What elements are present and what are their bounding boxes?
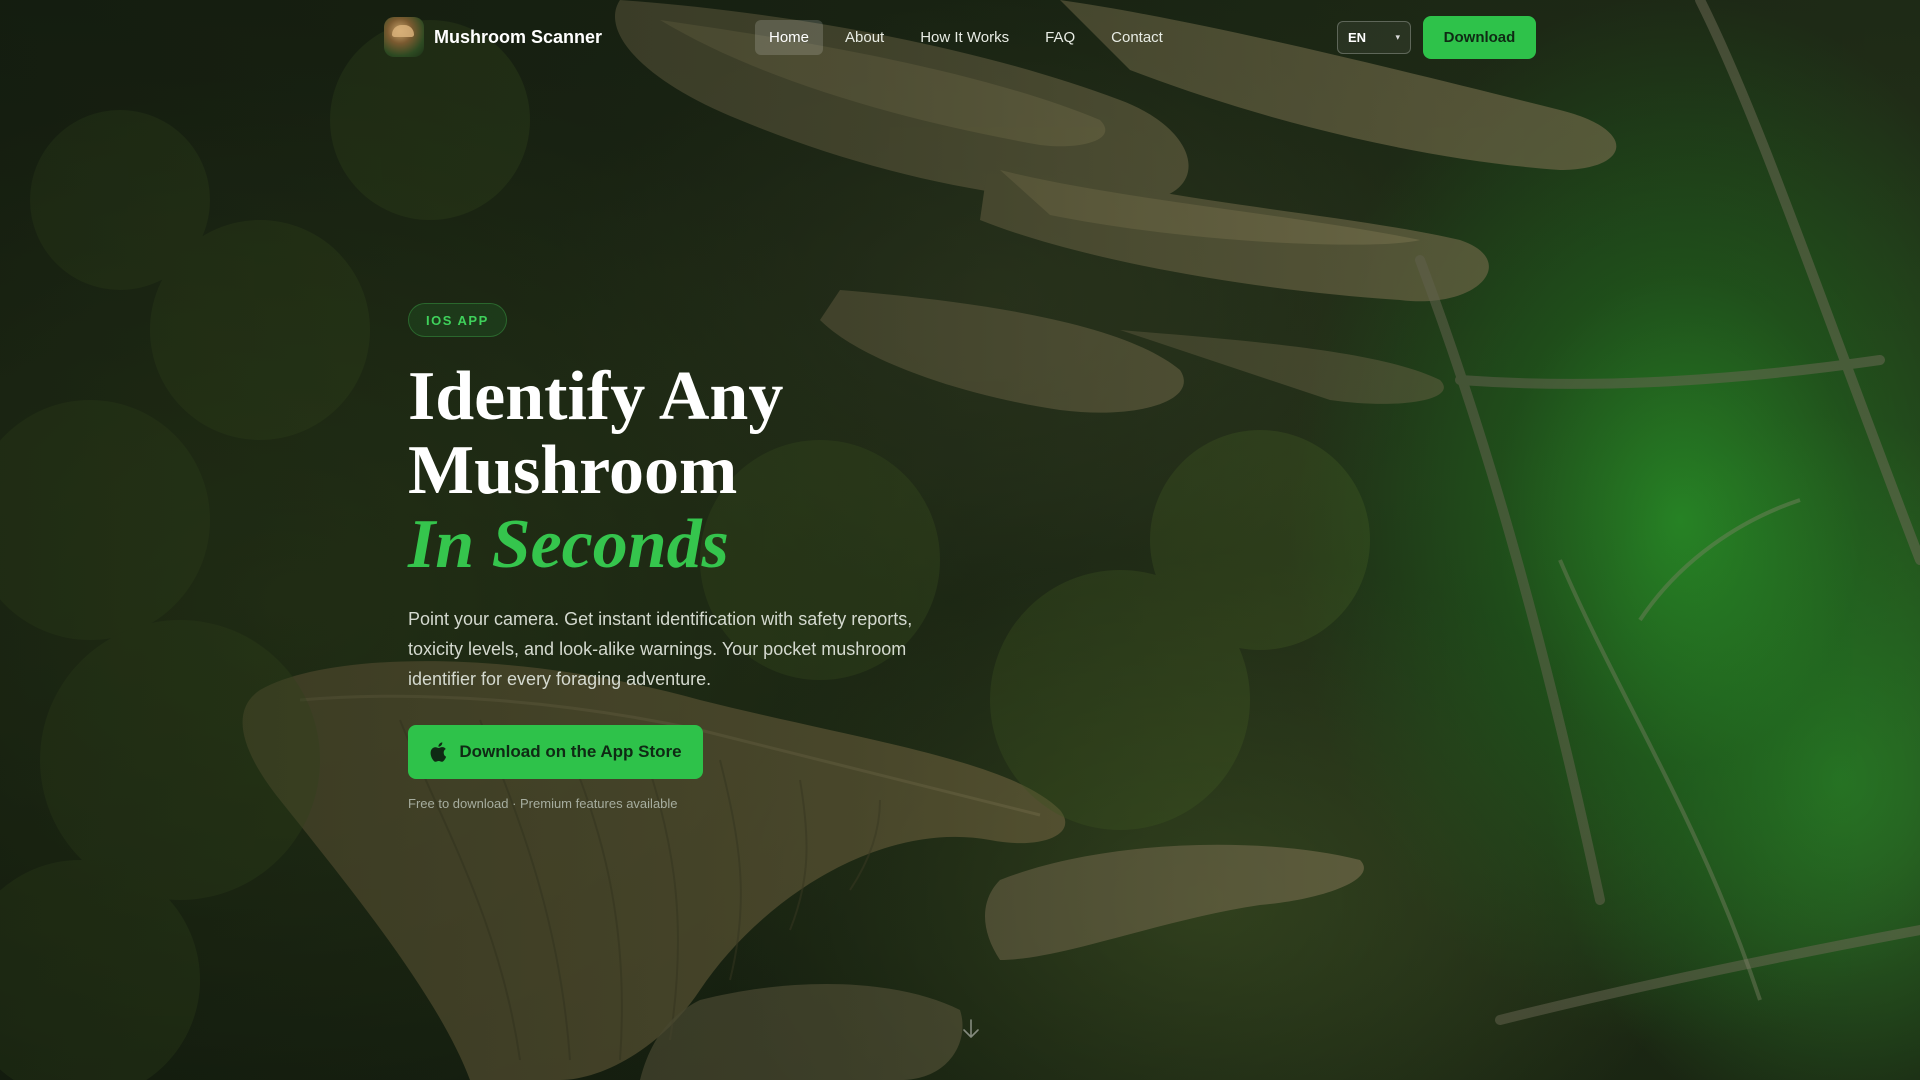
mushroom-logo-icon (384, 17, 424, 57)
nav-item-faq[interactable]: FAQ (1031, 20, 1089, 55)
nav-item-how-it-works[interactable]: How It Works (906, 20, 1023, 55)
platform-badge: IOS APP (408, 303, 507, 337)
nav-download-button[interactable]: Download (1423, 16, 1536, 59)
headline-line-2: Mushroom (408, 432, 738, 509)
top-navigation-bar: Mushroom Scanner Home About How It Works… (0, 0, 1920, 74)
arrow-down-icon[interactable] (961, 1018, 981, 1040)
app-store-download-label: Download on the App Store (459, 742, 682, 761)
hero-description: Point your camera. Get instant identific… (408, 609, 913, 689)
hero-headline: Identify Any Mushroom In Seconds (408, 360, 1108, 582)
chevron-down-icon: ▾ (1395, 32, 1400, 42)
nav-item-contact[interactable]: Contact (1097, 20, 1177, 55)
headline-accent: In Seconds (408, 506, 729, 583)
headline-line-1: Identify Any (408, 358, 784, 435)
pricing-note: Free to download · Premium features avai… (408, 796, 678, 811)
nav-item-home[interactable]: Home (755, 20, 824, 55)
brand[interactable]: Mushroom Scanner (384, 16, 602, 58)
nav-item-about[interactable]: About (831, 20, 898, 55)
main-menu: Home About How It Works FAQ Contact (755, 19, 1177, 56)
language-select[interactable]: EN ▾ (1337, 21, 1411, 54)
apple-icon (430, 742, 447, 762)
app-store-download-button[interactable]: Download on the App Store (408, 725, 703, 779)
language-select-value: EN (1348, 30, 1367, 45)
brand-name: Mushroom Scanner (434, 26, 603, 47)
